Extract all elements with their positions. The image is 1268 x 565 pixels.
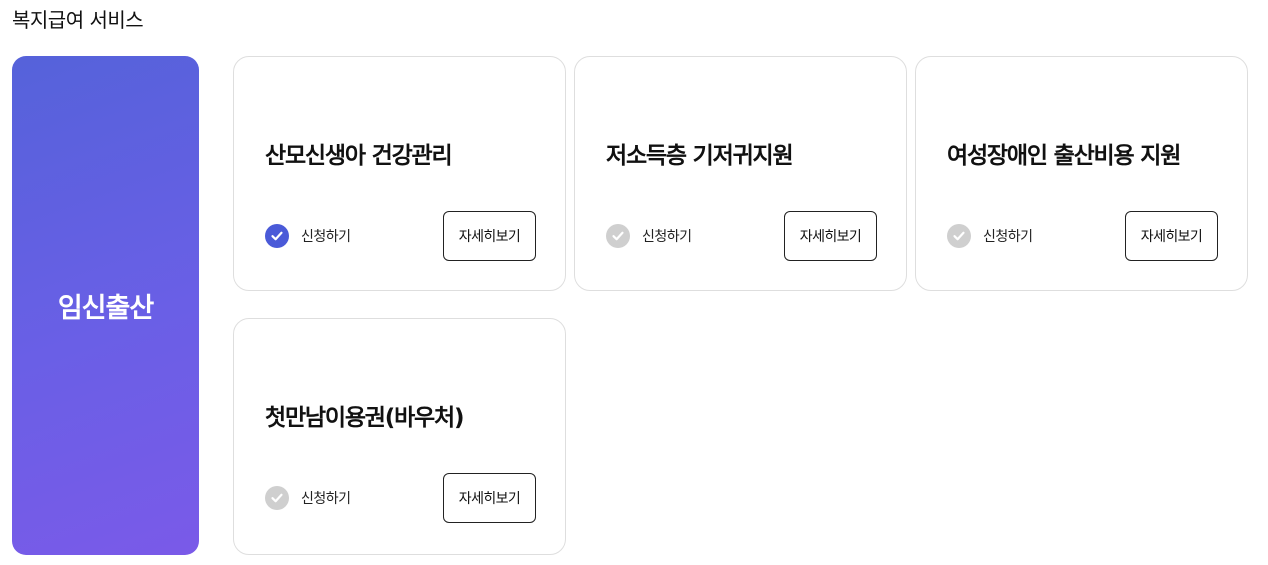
category-label: 임신출산: [57, 293, 154, 324]
detail-button[interactable]: 자세히보기: [1125, 211, 1218, 261]
check-circle-icon: [947, 224, 971, 248]
check-circle-icon: [606, 224, 630, 248]
detail-button[interactable]: 자세히보기: [443, 211, 536, 261]
service-card: 여성장애인 출산비용 지원 신청하기 자세히보기: [915, 56, 1248, 291]
check-circle-icon: [265, 486, 289, 510]
apply-checkbox[interactable]: 신청하기: [265, 224, 351, 248]
service-title: 첫만남이용권(바우처): [265, 405, 464, 431]
service-card: 첫만남이용권(바우처) 신청하기 자세히보기: [233, 318, 566, 555]
apply-checkbox[interactable]: 신청하기: [947, 224, 1033, 248]
apply-checkbox[interactable]: 신청하기: [606, 224, 692, 248]
category-panel: 임신출산: [12, 56, 199, 555]
apply-label: 신청하기: [642, 229, 692, 245]
apply-label: 신청하기: [983, 229, 1033, 245]
apply-label: 신청하기: [301, 491, 351, 507]
apply-checkbox[interactable]: 신청하기: [265, 486, 351, 510]
service-title: 여성장애인 출산비용 지원: [947, 143, 1181, 169]
section-title: 복지급여 서비스: [12, 8, 144, 32]
service-card: 저소득층 기저귀지원 신청하기 자세히보기: [574, 56, 907, 291]
apply-label: 신청하기: [301, 229, 351, 245]
service-title: 저소득층 기저귀지원: [606, 143, 794, 169]
service-card: 산모신생아 건강관리 신청하기 자세히보기: [233, 56, 566, 291]
detail-button[interactable]: 자세히보기: [784, 211, 877, 261]
detail-button[interactable]: 자세히보기: [443, 473, 536, 523]
service-title: 산모신생아 건강관리: [265, 143, 453, 169]
check-circle-icon: [265, 224, 289, 248]
